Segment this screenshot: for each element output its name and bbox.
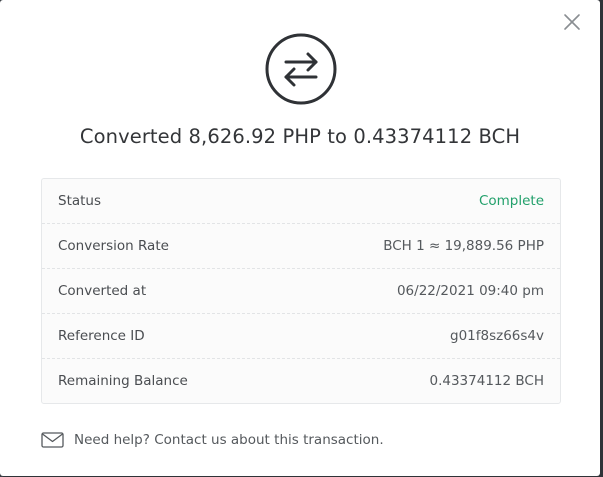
mail-icon: [41, 432, 64, 448]
detail-row-converted-at: Converted at 06/22/2021 09:40 pm: [42, 269, 560, 314]
detail-row-remaining-balance: Remaining Balance 0.43374112 BCH: [42, 359, 560, 403]
help-contact-link[interactable]: Need help? Contact us about this transac…: [41, 432, 384, 448]
detail-value: 0.43374112 BCH: [429, 373, 545, 389]
transaction-details-table: Status Complete Conversion Rate BCH 1 ≈ …: [41, 178, 561, 404]
detail-row-status: Status Complete: [42, 179, 560, 224]
detail-label: Reference ID: [58, 328, 145, 344]
detail-row-reference-id: Reference ID g01f8sz66s4v: [42, 314, 560, 359]
help-text: Need help? Contact us about this transac…: [74, 432, 384, 448]
detail-label: Conversion Rate: [58, 238, 169, 254]
detail-row-conversion-rate: Conversion Rate BCH 1 ≈ 19,889.56 PHP: [42, 224, 560, 269]
detail-label: Remaining Balance: [58, 373, 188, 389]
detail-value: 06/22/2021 09:40 pm: [396, 283, 544, 299]
status-badge: Complete: [478, 193, 544, 209]
detail-value: g01f8sz66s4v: [450, 328, 544, 344]
detail-label: Status: [58, 193, 102, 209]
close-icon: [564, 14, 580, 30]
conversion-details-modal: Converted 8,626.92 PHP to 0.43374112 BCH…: [0, 0, 600, 476]
conversion-title: Converted 8,626.92 PHP to 0.43374112 BCH: [79, 125, 521, 148]
detail-value: BCH 1 ≈ 19,889.56 PHP: [383, 238, 544, 254]
close-button[interactable]: [561, 11, 583, 33]
swap-arrows-icon: [264, 32, 338, 106]
detail-label: Converted at: [58, 283, 147, 299]
